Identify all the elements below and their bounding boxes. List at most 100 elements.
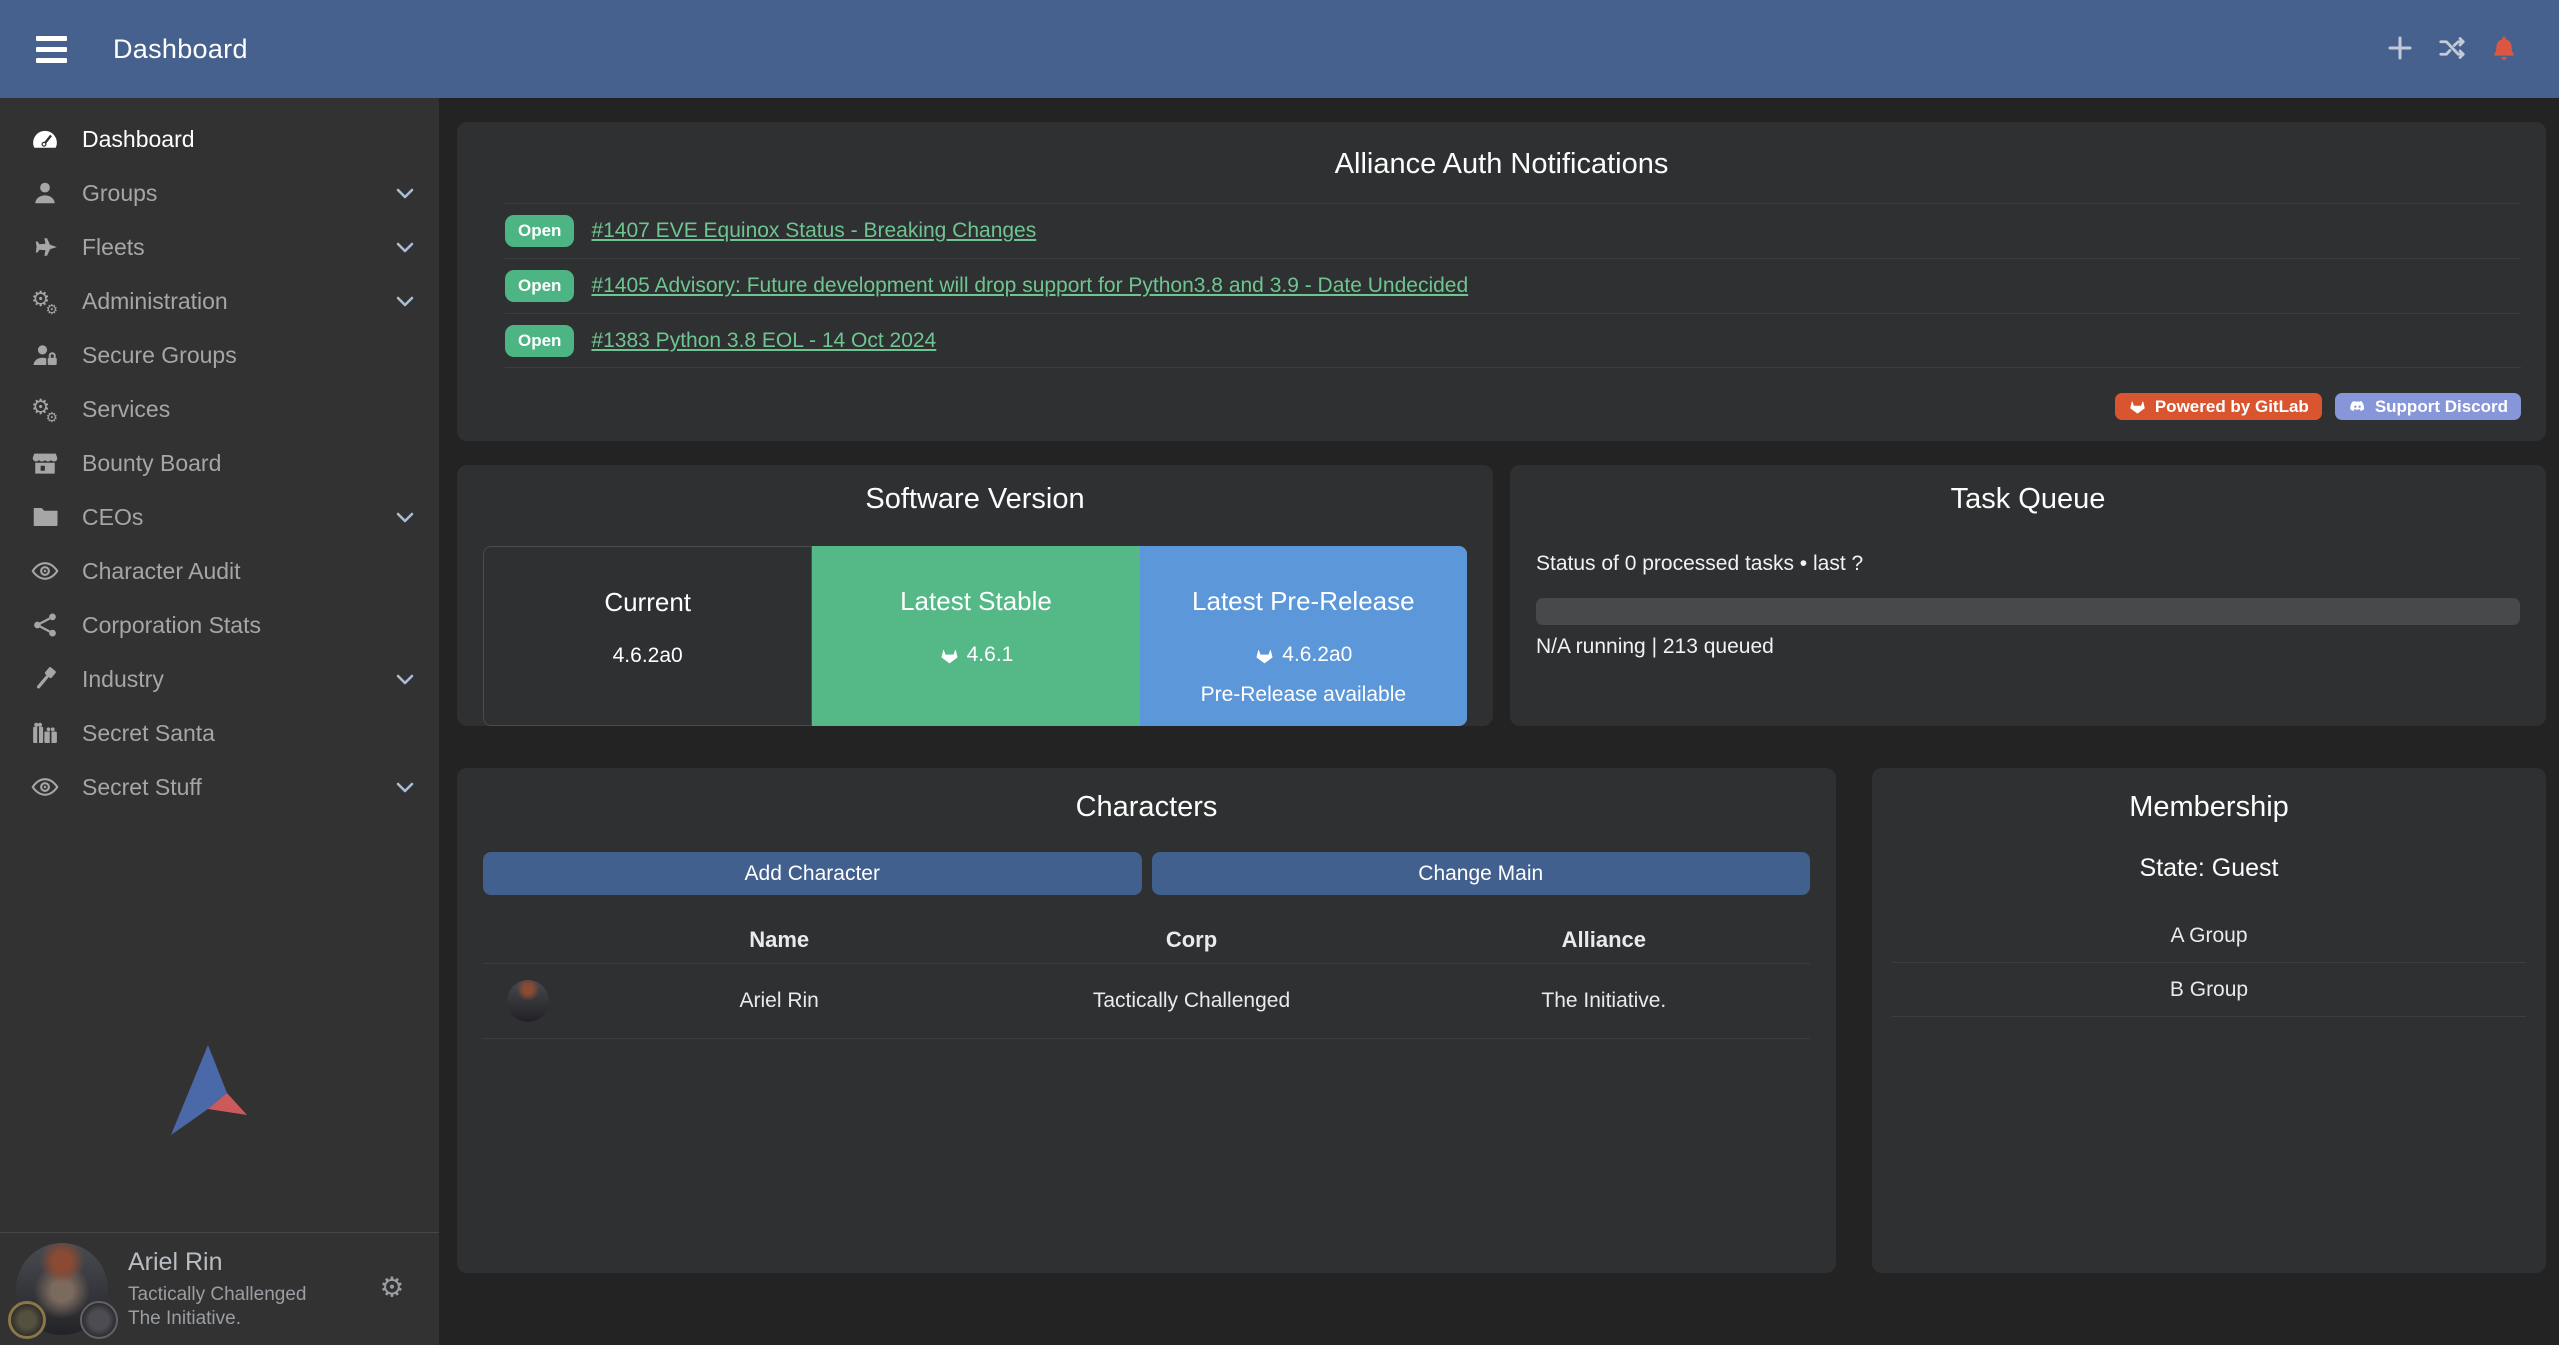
gifts-icon: [30, 718, 60, 748]
sidebar-item-secret-santa[interactable]: Secret Santa: [0, 706, 439, 760]
notifications-list: Open #1407 EVE Equinox Status - Breaking…: [505, 203, 2521, 368]
notifications-button[interactable]: [2485, 29, 2523, 70]
gitlab-icon: [2128, 397, 2147, 416]
folder-icon: [30, 502, 60, 532]
sidebar-item-label: Fleets: [82, 234, 145, 261]
chevron-down-icon: [393, 235, 417, 259]
sidebar-item-services[interactable]: Services: [0, 382, 439, 436]
group-row: B Group: [1892, 963, 2526, 1017]
status-badge: Open: [505, 215, 574, 247]
version-box-heading: Latest Stable: [812, 586, 1139, 617]
sidebar-item-dashboard[interactable]: Dashboard: [0, 112, 439, 166]
characters-card: Characters Add Character Change Main Nam…: [457, 768, 1836, 1273]
sidebar-item-label: Secure Groups: [82, 342, 237, 369]
sidebar-item-label: Secret Santa: [82, 720, 215, 747]
version-number: 4.6.1: [967, 643, 1014, 667]
notifications-title: Alliance Auth Notifications: [482, 147, 2521, 181]
status-badge: Open: [505, 325, 574, 357]
sidebar-item-secret-stuff[interactable]: Secret Stuff: [0, 760, 439, 814]
sidebar-item-label: CEOs: [82, 504, 143, 531]
version-number: 4.6.2a0: [1282, 643, 1352, 667]
gears-icon: [30, 286, 60, 316]
characters-title: Characters: [483, 790, 1810, 824]
version-box-heading: Current: [484, 587, 811, 618]
sidebar-toggle-button[interactable]: [36, 30, 67, 69]
shield-badge-label: Support Discord: [2375, 397, 2508, 417]
sidebar-item-secure-groups[interactable]: Secure Groups: [0, 328, 439, 382]
sidebar-item-administration[interactable]: Administration: [0, 274, 439, 328]
sidebar-item-fleets[interactable]: Fleets: [0, 220, 439, 274]
page-title: Dashboard: [113, 34, 248, 65]
hamburger-icon: [36, 36, 67, 63]
sidebar-item-bounty-board[interactable]: Bounty Board: [0, 436, 439, 490]
header-alliance: Alliance: [1398, 927, 1810, 953]
notification-link[interactable]: #1407 EVE Equinox Status - Breaking Chan…: [591, 219, 1036, 243]
sidebar-item-label: Secret Stuff: [82, 774, 202, 801]
gitlab-icon: [1254, 645, 1275, 666]
task-queue-title: Task Queue: [1536, 482, 2520, 516]
gauge-icon: [30, 124, 60, 154]
user-settings-button[interactable]: [371, 1272, 413, 1307]
characters-table: Name Corp Alliance Ariel Rin Tactically …: [483, 917, 1810, 1039]
user-panel: Ariel Rin Tactically Challenged The Init…: [0, 1232, 439, 1345]
alliance-logo-badge: [80, 1301, 118, 1339]
chevron-down-icon: [393, 289, 417, 313]
badge-support-discord[interactable]: Support Discord: [2335, 393, 2521, 420]
badge-powered-by-gitlab[interactable]: Powered by GitLab: [2115, 393, 2322, 420]
add-character-button[interactable]: Add Character: [483, 852, 1142, 895]
shuffle-icon: [2437, 33, 2467, 63]
gears-icon: [30, 394, 60, 424]
user-name: Ariel Rin: [128, 1246, 307, 1279]
eye-icon: [30, 556, 60, 586]
version-note: [812, 683, 1139, 707]
character-alliance: The Initiative.: [1398, 989, 1810, 1013]
sidebar-item-label: Bounty Board: [82, 450, 221, 477]
chevron-down-icon: [393, 667, 417, 691]
character-corp: Tactically Challenged: [985, 989, 1397, 1013]
version-note: Pre-Release available: [1140, 683, 1467, 707]
header-corp: Corp: [985, 927, 1397, 953]
fighter-jet-icon: [30, 232, 60, 262]
sidebar-item-label: Administration: [82, 288, 228, 315]
alliance-auth-logo: [153, 1043, 253, 1142]
sidebar-item-groups[interactable]: Groups: [0, 166, 439, 220]
version-boxes: Current 4.6.2a0 Latest Stable 4.6.1 Late…: [483, 546, 1467, 726]
chevron-down-icon: [393, 181, 417, 205]
header-name: Name: [573, 927, 985, 953]
add-button[interactable]: [2381, 29, 2419, 70]
change-main-button[interactable]: Change Main: [1152, 852, 1811, 895]
switch-character-button[interactable]: [2433, 29, 2471, 70]
corp-logo-badge: [8, 1301, 46, 1339]
gitlab-icon: [939, 645, 960, 666]
version-box-heading: Latest Pre-Release: [1140, 586, 1467, 617]
version-note: [484, 684, 811, 708]
version-box-latest-stable: Latest Stable 4.6.1: [812, 546, 1139, 726]
user-lock-icon: [30, 340, 60, 370]
share-nodes-icon: [30, 610, 60, 640]
sidebar-item-label: Corporation Stats: [82, 612, 261, 639]
sidebar-item-label: Character Audit: [82, 558, 241, 585]
software-version-title: Software Version: [483, 482, 1467, 516]
sidebar-item-label: Groups: [82, 180, 157, 207]
notification-row: Open #1405 Advisory: Future development …: [505, 258, 2521, 313]
task-queue-status: Status of 0 processed tasks • last ?: [1536, 552, 2520, 576]
bell-icon: [2489, 33, 2519, 63]
sidebar: Dashboard Groups Fleets Administration S…: [0, 98, 439, 1345]
discord-icon: [2348, 397, 2367, 416]
characters-table-body: Ariel Rin Tactically Challenged The Init…: [483, 963, 1810, 1039]
sidebar-item-corporation-stats[interactable]: Corporation Stats: [0, 598, 439, 652]
main-content: Alliance Auth Notifications Open #1407 E…: [439, 98, 2559, 1345]
membership-title: Membership: [1892, 790, 2526, 824]
sidebar-item-character-audit[interactable]: Character Audit: [0, 544, 439, 598]
notification-link[interactable]: #1405 Advisory: Future development will …: [591, 274, 1468, 298]
task-progress-bar: [1536, 598, 2520, 625]
top-navbar: Dashboard: [0, 0, 2559, 98]
sidebar-item-industry[interactable]: Industry: [0, 652, 439, 706]
notification-link[interactable]: #1383 Python 3.8 EOL - 14 Oct 2024: [591, 329, 936, 353]
character-portrait: [507, 980, 549, 1022]
plus-icon: [2385, 33, 2415, 63]
sidebar-nav: Dashboard Groups Fleets Administration S…: [0, 98, 439, 814]
sidebar-item-ceos[interactable]: CEOs: [0, 490, 439, 544]
notification-row: Open #1383 Python 3.8 EOL - 14 Oct 2024: [505, 313, 2521, 368]
version-box-current: Current 4.6.2a0: [483, 546, 812, 726]
